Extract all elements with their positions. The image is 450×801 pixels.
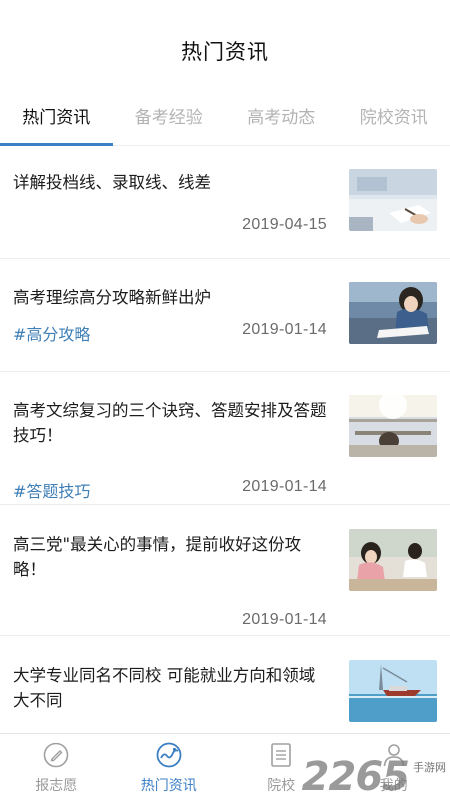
news-date: 2019-01-14 <box>242 478 327 495</box>
news-title: 高三党"最关心的事情，提前收好这份攻略！ <box>13 535 302 579</box>
tab-exam-experience[interactable]: 备考经验 <box>113 86 226 145</box>
bottom-navigation: 报志愿 热门资讯 院校 我的 <box>0 733 450 801</box>
pen-circle-icon <box>43 742 69 767</box>
list-item[interactable]: 高三党"最关心的事情，提前收好这份攻略！ 2019-01-14 <box>0 505 450 636</box>
news-thumbnail <box>349 529 437 591</box>
user-icon <box>383 743 405 766</box>
page-title: 热门资讯 <box>181 40 269 64</box>
list-item[interactable]: 高考理综高分攻略新鲜出炉 #高分攻略 2019-01-14 <box>0 259 450 372</box>
tab-exam-news[interactable]: 高考动态 <box>225 86 338 145</box>
news-date: 2019-04-15 <box>242 216 327 233</box>
news-thumbnail <box>349 660 437 722</box>
nav-me[interactable]: 我的 <box>338 734 450 801</box>
category-tabs: 热门资讯 备考经验 高考动态 院校资讯 <box>0 86 450 146</box>
tab-college-news[interactable]: 院校资讯 <box>338 86 450 145</box>
news-wave-icon <box>156 742 182 767</box>
list-item[interactable]: 详解投档线、录取线、线差 2019-04-15 <box>0 146 450 259</box>
news-title: 高考文综复习的三个诀窍、答题安排及答题技巧！ <box>13 401 327 445</box>
news-thumbnail <box>349 282 437 344</box>
news-title: 高考理综高分攻略新鲜出炉 <box>13 288 211 307</box>
nav-label: 热门资讯 <box>140 777 197 794</box>
news-date: 2019-01-14 <box>242 321 327 338</box>
news-tag[interactable]: #高分攻略 <box>13 321 90 345</box>
news-title: 大学专业同名不同校 可能就业方向和领域大不同 <box>13 666 316 710</box>
news-thumbnail <box>349 395 437 457</box>
nav-label: 院校 <box>267 777 296 794</box>
news-list: 详解投档线、录取线、线差 2019-04-15 高考理综高分攻略新鲜出炉 #高分… <box>0 146 450 760</box>
nav-colleges[interactable]: 院校 <box>225 734 338 801</box>
news-date: 2019-01-14 <box>242 611 327 628</box>
news-tag[interactable]: #答题技巧 <box>13 478 90 502</box>
document-list-icon <box>271 742 292 767</box>
news-title: 详解投档线、录取线、线差 <box>13 173 211 192</box>
tab-hot-news[interactable]: 热门资讯 <box>0 86 113 146</box>
nav-label: 我的 <box>379 777 408 794</box>
nav-label: 报志愿 <box>35 777 78 794</box>
nav-apply[interactable]: 报志愿 <box>0 734 113 801</box>
nav-hot-news[interactable]: 热门资讯 <box>113 734 226 801</box>
app-header: 热门资讯 <box>0 0 450 86</box>
list-item[interactable]: 高考文综复习的三个诀窍、答题安排及答题技巧！ #答题技巧 2019-01-14 <box>0 372 450 505</box>
news-thumbnail <box>349 169 437 231</box>
